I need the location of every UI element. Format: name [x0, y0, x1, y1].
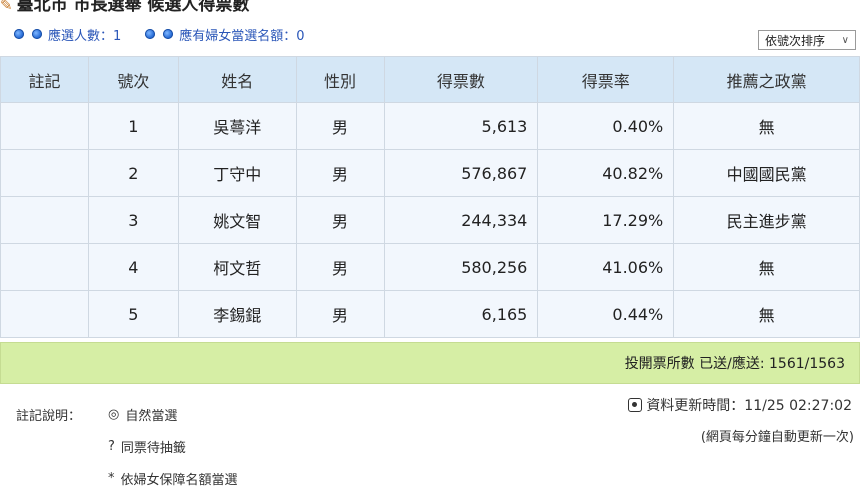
- table-row: 2 丁守中 男 576,867 40.82% 中國國民黨: [0, 149, 860, 197]
- number-cell: 2: [87, 149, 179, 197]
- column-header-gender: 性別: [295, 56, 385, 103]
- legend-text: 依婦女保障名額當選: [120, 472, 238, 488]
- note-cell: [0, 243, 89, 291]
- sort-select[interactable]: 依號次排序 ∨: [758, 30, 856, 50]
- column-header-votes: 得票數: [383, 56, 539, 103]
- page-title-text: 臺北市 市長選舉 候選人得票數: [16, 0, 250, 12]
- votes-cell: 576,867: [383, 149, 539, 197]
- stations-summary-text: 投開票所數 已送/應送: 1561/1563: [624, 356, 845, 372]
- gender-cell: 男: [295, 290, 385, 338]
- bullet-icon: [32, 29, 42, 39]
- rate-cell: 0.40%: [537, 102, 675, 150]
- gender-cell: 男: [295, 149, 385, 197]
- column-header-number: 號次: [87, 56, 179, 103]
- votes-cell: 5,613: [383, 102, 539, 150]
- column-header-rate: 得票率: [537, 56, 675, 103]
- note-cell: [0, 149, 89, 197]
- legend-text: 同票待抽籤: [120, 440, 186, 456]
- party-cell: 無: [673, 102, 860, 150]
- stations-summary: 投開票所數 已送/應送: 1561/1563: [0, 342, 860, 384]
- legend-symbol: ◎: [108, 406, 120, 422]
- table-row: 3 姚文智 男 244,334 17.29% 民主進步黨: [0, 196, 860, 244]
- update-time: 資料更新時間：11/25 02:27:02: [628, 395, 852, 415]
- bullet-icon: [14, 29, 24, 39]
- results-table: 註記 號次 姓名 性別 得票數 得票率 推薦之政黨 1 吳蕚洋 男 5,613 …: [0, 56, 860, 338]
- pencil-icon: ✎: [0, 0, 13, 12]
- party-cell: 無: [673, 290, 860, 338]
- rate-cell: 0.44%: [537, 290, 675, 338]
- name-cell: 姚文智: [177, 196, 297, 244]
- name-cell: 柯文哲: [177, 243, 297, 291]
- legend-symbol: ?: [108, 438, 115, 454]
- number-cell: 4: [87, 243, 179, 291]
- column-header-name: 姓名: [177, 56, 297, 103]
- page-title: ✎ 臺北市 市長選舉 候選人得票數: [0, 0, 860, 12]
- legend-row: ? 同票待抽籤: [16, 430, 238, 462]
- note-cell: [0, 196, 89, 244]
- column-header-note: 註記: [0, 56, 89, 103]
- chevron-down-icon: ∨: [841, 34, 849, 46]
- number-cell: 3: [87, 196, 179, 244]
- bullet-icon: [163, 29, 174, 39]
- note-cell: [0, 102, 89, 150]
- bullet-icon: [145, 29, 156, 39]
- table-row: 5 李錫錕 男 6,165 0.44% 無: [0, 290, 860, 338]
- sort-select-value: 依號次排序: [765, 33, 826, 48]
- table-header-row: 註記 號次 姓名 性別 得票數 得票率 推薦之政黨: [0, 56, 860, 103]
- legend-text: 自然當選: [125, 408, 178, 424]
- clock-icon: [628, 398, 643, 412]
- update-time-text: 資料更新時間：11/25 02:27:02: [646, 398, 852, 414]
- rate-cell: 40.82%: [537, 149, 675, 197]
- women-quota: 應有婦女當選名額：0: [179, 28, 305, 44]
- name-cell: 李錫錕: [177, 290, 297, 338]
- gender-cell: 男: [295, 196, 385, 244]
- legend-row: 註記說明： ◎ 自然當選: [16, 398, 238, 430]
- column-header-party: 推薦之政黨: [673, 56, 860, 103]
- table-row: 1 吳蕚洋 男 5,613 0.40% 無: [0, 102, 860, 150]
- party-cell: 無: [673, 243, 860, 291]
- party-cell: 中國國民黨: [673, 149, 860, 197]
- votes-cell: 580,256: [383, 243, 539, 291]
- gender-cell: 男: [295, 243, 385, 291]
- table-row: 4 柯文哲 男 580,256 41.06% 無: [0, 243, 860, 291]
- legend-label: 註記說明：: [16, 408, 82, 424]
- rate-cell: 41.06%: [537, 243, 675, 291]
- name-cell: 吳蕚洋: [177, 102, 297, 150]
- info-row: 應選人數：1 應有婦女當選名額：0: [14, 24, 305, 44]
- name-cell: 丁守中: [177, 149, 297, 197]
- votes-cell: 244,334: [383, 196, 539, 244]
- rate-cell: 17.29%: [537, 196, 675, 244]
- legend-row: * 依婦女保障名額當選: [16, 462, 238, 494]
- votes-cell: 6,165: [383, 290, 539, 338]
- number-cell: 1: [87, 102, 179, 150]
- elected-count: 應選人數：1: [48, 28, 122, 44]
- party-cell: 民主進步黨: [673, 196, 860, 244]
- legend-symbol: *: [108, 470, 115, 486]
- note-cell: [0, 290, 89, 338]
- gender-cell: 男: [295, 102, 385, 150]
- auto-update-note: (網頁每分鐘自動更新一次): [700, 430, 854, 445]
- number-cell: 5: [87, 290, 179, 338]
